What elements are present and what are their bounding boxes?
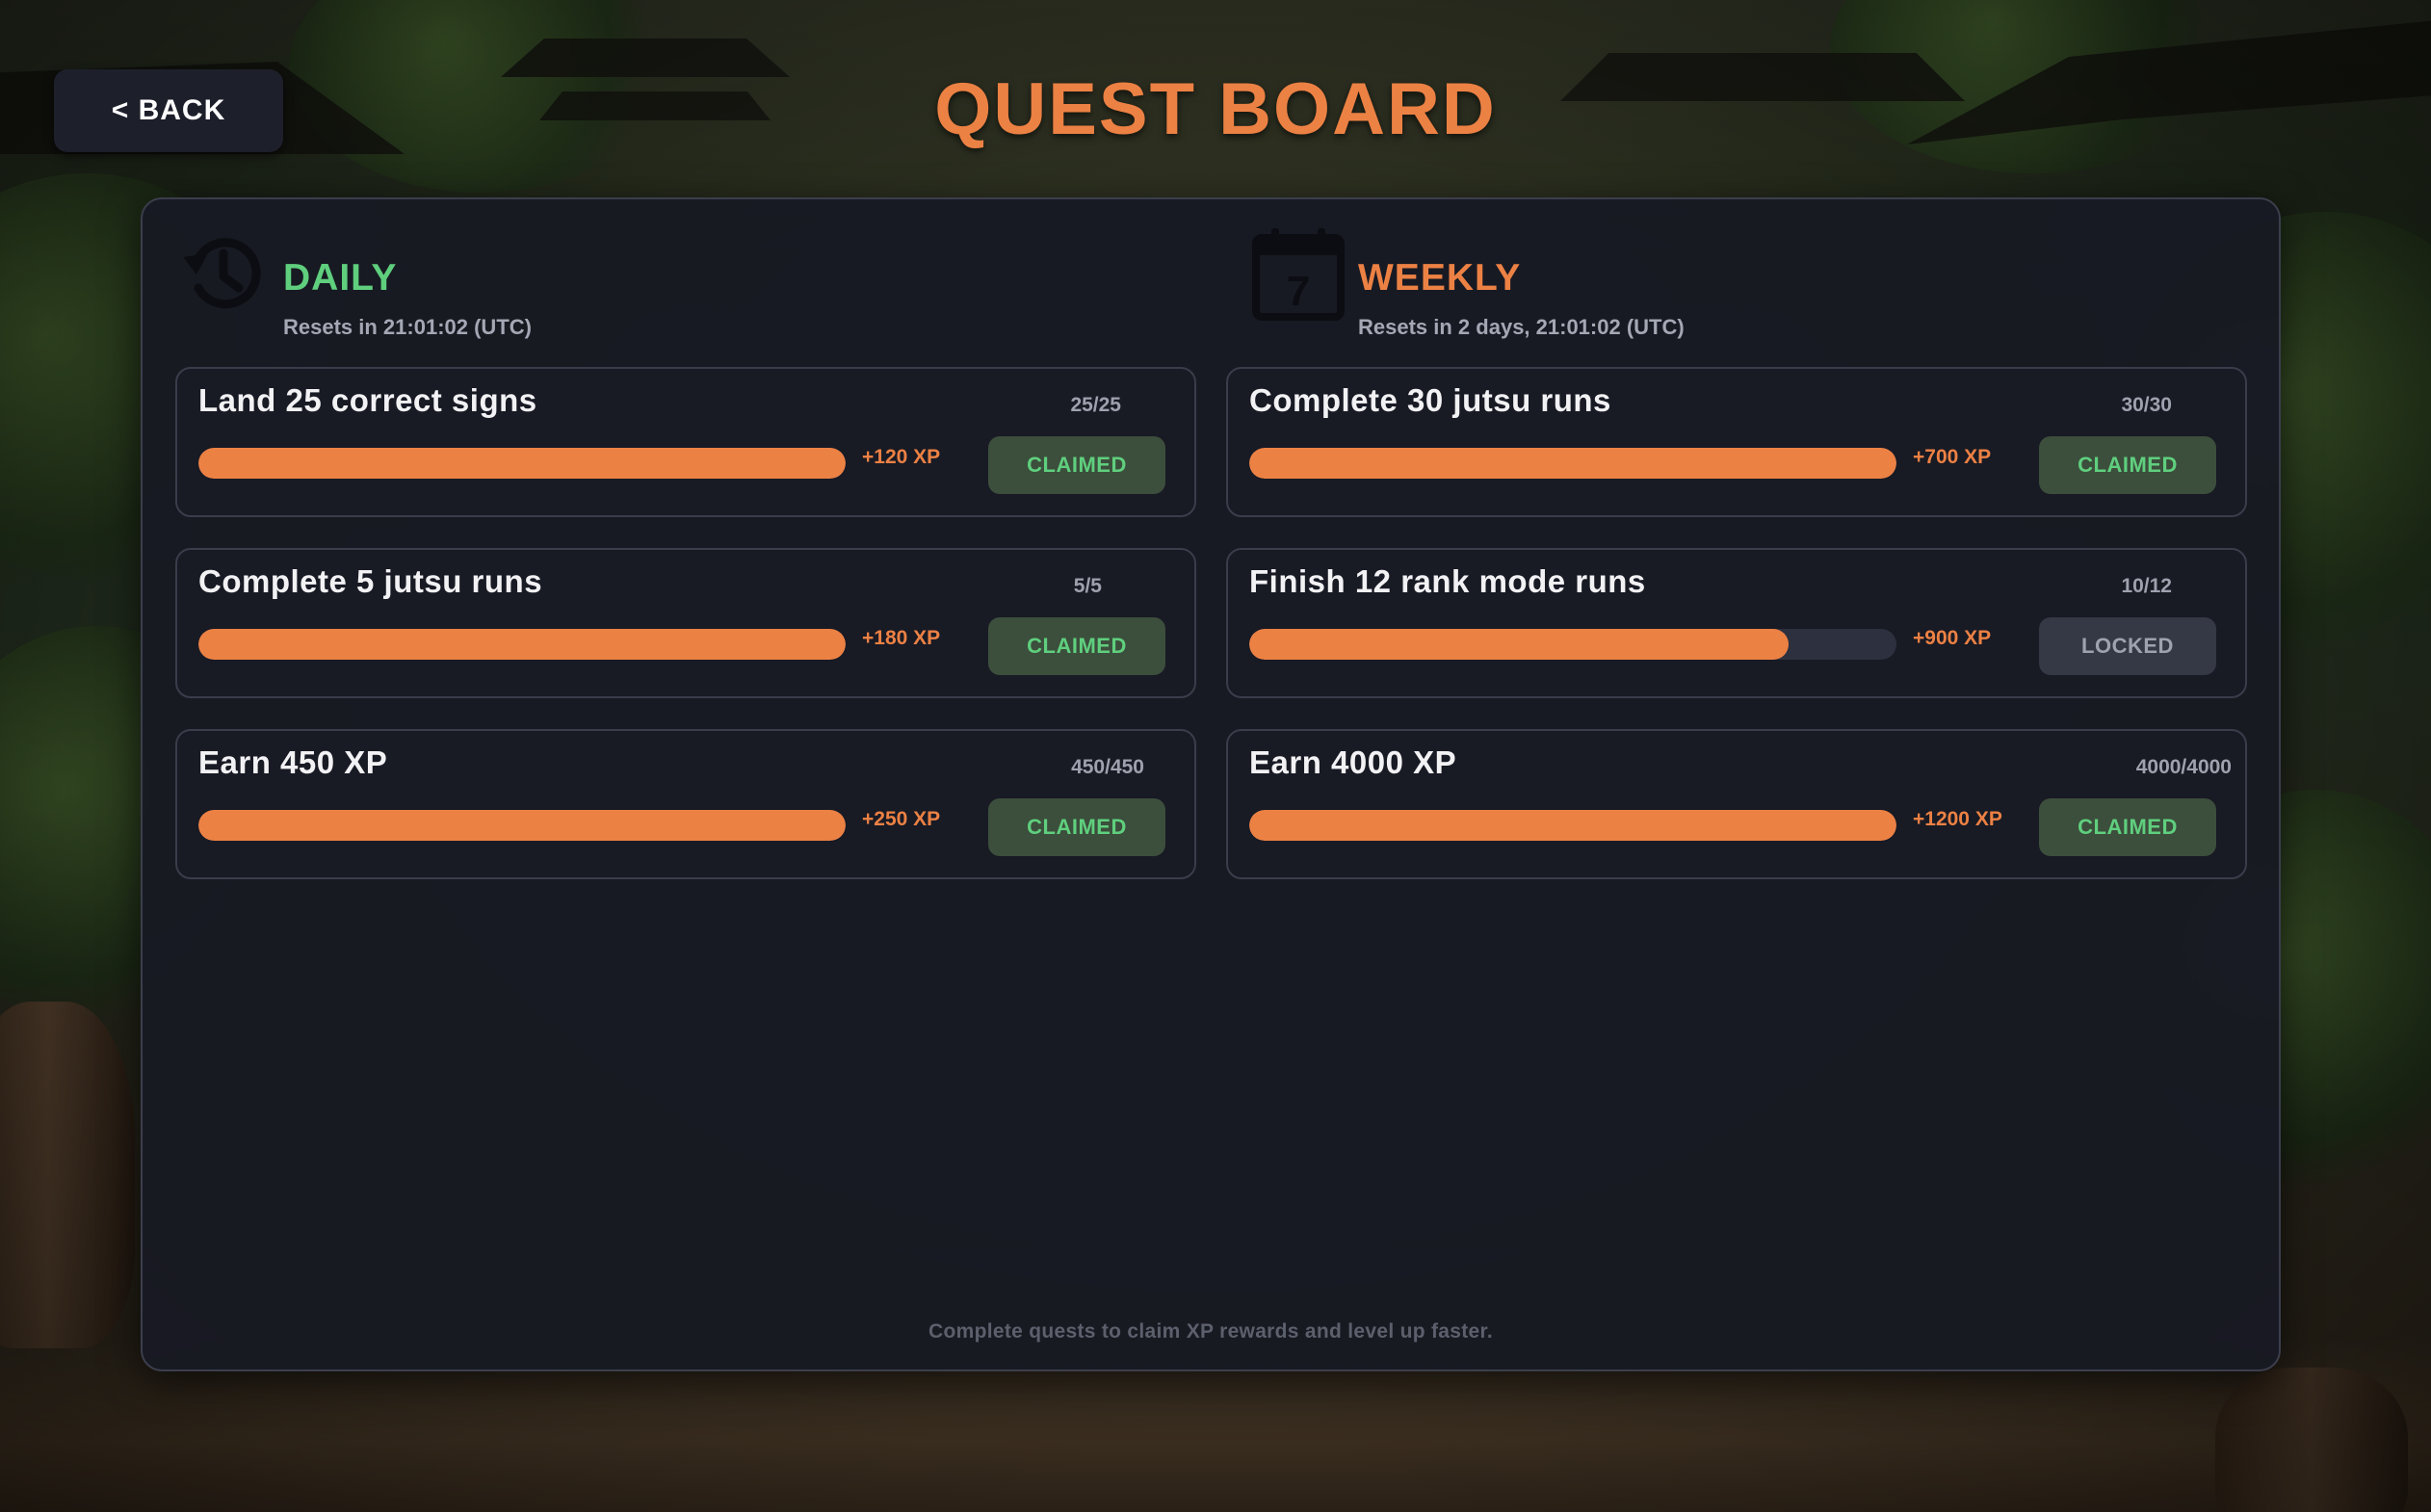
quest-progress-count: 10/12	[2121, 575, 2172, 597]
progress-bar	[1249, 448, 1896, 479]
quest-progress-count: 450/450	[1071, 756, 1144, 778]
xp-reward: +1200 XP	[1913, 808, 2002, 830]
daily-title: DAILY	[283, 257, 398, 299]
progress-bar-fill	[1249, 448, 1896, 479]
quest-progress-count: 4000/4000	[2135, 756, 2232, 778]
progress-bar	[198, 629, 846, 660]
quest-progress-count: 30/30	[2121, 394, 2172, 416]
xp-reward: +180 XP	[862, 627, 941, 649]
claimed-button[interactable]: CLAIMED	[2039, 436, 2216, 494]
progress-bar-fill	[198, 629, 846, 660]
quest-card: Earn 4000 XP 4000/4000 +1200 XP CLAIMED	[1226, 729, 2247, 879]
xp-reward: +900 XP	[1913, 627, 1992, 649]
quest-progress-count: 25/25	[1070, 394, 1121, 416]
daily-reset-timer: Resets in 21:01:02 (UTC)	[283, 315, 532, 339]
calendar-day-number: 7	[1287, 268, 1310, 315]
claimed-button[interactable]: CLAIMED	[2039, 798, 2216, 856]
quest-name: Earn 450 XP	[198, 744, 388, 780]
quest-card: Finish 12 rank mode runs 10/12 +900 XP L…	[1226, 548, 2247, 698]
footer-hint: Complete quests to claim XP rewards and …	[928, 1320, 1493, 1343]
quest-card: Complete 30 jutsu runs 30/30 +700 XP CLA…	[1226, 367, 2247, 517]
quest-name: Complete 30 jutsu runs	[1249, 382, 1611, 418]
quest-name: Complete 5 jutsu runs	[198, 563, 543, 599]
progress-bar	[1249, 629, 1896, 660]
quest-panel: DAILY Resets in 21:01:02 (UTC) Land 25 c…	[141, 197, 2281, 1371]
quest-card: Earn 450 XP 450/450 +250 XP CLAIMED	[175, 729, 1196, 879]
page-title: QUEST BOARD	[934, 68, 1497, 150]
claimed-button[interactable]: CLAIMED	[988, 617, 1165, 675]
progress-bar-fill	[198, 448, 846, 479]
xp-reward: +250 XP	[862, 808, 941, 830]
claimed-button[interactable]: CLAIMED	[988, 436, 1165, 494]
progress-bar-fill	[1249, 629, 1789, 660]
quest-name: Earn 4000 XP	[1249, 744, 1457, 780]
progress-bar	[1249, 810, 1896, 841]
quest-name: Land 25 correct signs	[198, 382, 537, 418]
clock-reset-icon	[183, 238, 261, 309]
weekly-reset-timer: Resets in 2 days, 21:01:02 (UTC)	[1358, 315, 1685, 339]
calendar-icon: 7	[1252, 228, 1345, 321]
quest-progress-count: 5/5	[1073, 575, 1102, 597]
progress-bar	[198, 448, 846, 479]
progress-bar	[198, 810, 846, 841]
quest-card: Land 25 correct signs 25/25 +120 XP CLAI…	[175, 367, 1196, 517]
progress-bar-fill	[1249, 810, 1896, 841]
quest-name: Finish 12 rank mode runs	[1249, 563, 1646, 599]
claimed-button[interactable]: CLAIMED	[988, 798, 1165, 856]
xp-reward: +700 XP	[1913, 446, 1992, 468]
locked-button[interactable]: LOCKED	[2039, 617, 2216, 675]
quest-card: Complete 5 jutsu runs 5/5 +180 XP CLAIME…	[175, 548, 1196, 698]
weekly-title: WEEKLY	[1358, 257, 1522, 299]
xp-reward: +120 XP	[862, 446, 941, 468]
progress-bar-fill	[198, 810, 846, 841]
